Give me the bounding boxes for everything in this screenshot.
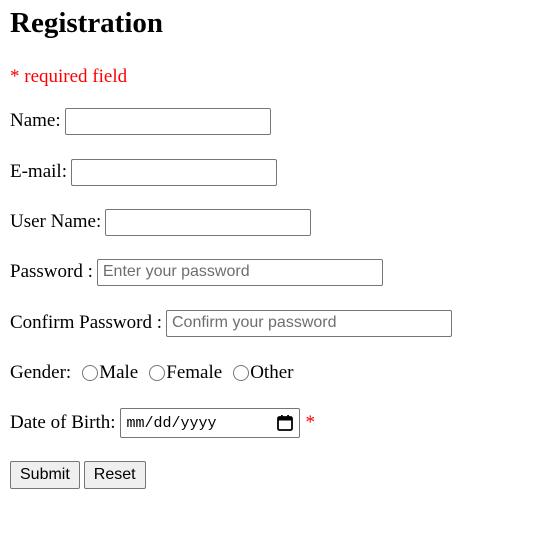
email-row: E-mail: [10, 158, 277, 186]
gender-label: Gender: [10, 362, 72, 383]
name-row: Name: [10, 107, 271, 135]
confirm-password-label: Confirm Password : [10, 312, 162, 333]
calendar-icon[interactable] [276, 414, 294, 432]
gender-option-other[interactable]: Other [233, 362, 293, 384]
radio-other[interactable] [233, 365, 250, 381]
username-label: User Name: [10, 211, 102, 232]
name-label: Name: [10, 110, 61, 131]
password-input[interactable] [96, 258, 383, 286]
gender-option-label: Female [166, 362, 223, 383]
gender-row: Gender: Male Female Other [10, 359, 304, 387]
dob-input[interactable]: mm/dd/yyyy [119, 408, 300, 438]
dob-label: Date of Birth: [10, 412, 116, 433]
confirm-password-input[interactable] [166, 309, 452, 337]
email-input[interactable] [70, 158, 277, 186]
reset-button[interactable]: Reset [83, 461, 146, 489]
gender-option-label: Other [250, 362, 294, 383]
name-input[interactable] [64, 107, 271, 135]
radio-male[interactable] [82, 365, 99, 381]
confirm-password-row: Confirm Password : [10, 309, 452, 337]
dob-row: Date of Birth: mm/dd/yyyy * [10, 408, 315, 438]
email-label: E-mail: [10, 161, 67, 182]
gender-option-label: Male [99, 362, 139, 383]
dob-value: mm/dd/yyyy [126, 414, 217, 432]
username-input[interactable] [105, 208, 312, 236]
username-row: User Name: [10, 208, 312, 236]
required-field-note: * required field [10, 66, 128, 87]
form-buttons: Submit Reset [10, 461, 150, 489]
submit-button[interactable]: Submit [10, 461, 80, 489]
gender-option-female[interactable]: Female [149, 362, 222, 384]
radio-female[interactable] [149, 365, 166, 381]
password-label: Password : [10, 261, 93, 282]
gender-option-male[interactable]: Male [82, 362, 138, 384]
dob-required-marker: * [305, 412, 316, 433]
page-title: Registration [10, 7, 164, 39]
password-row: Password : [10, 258, 383, 286]
